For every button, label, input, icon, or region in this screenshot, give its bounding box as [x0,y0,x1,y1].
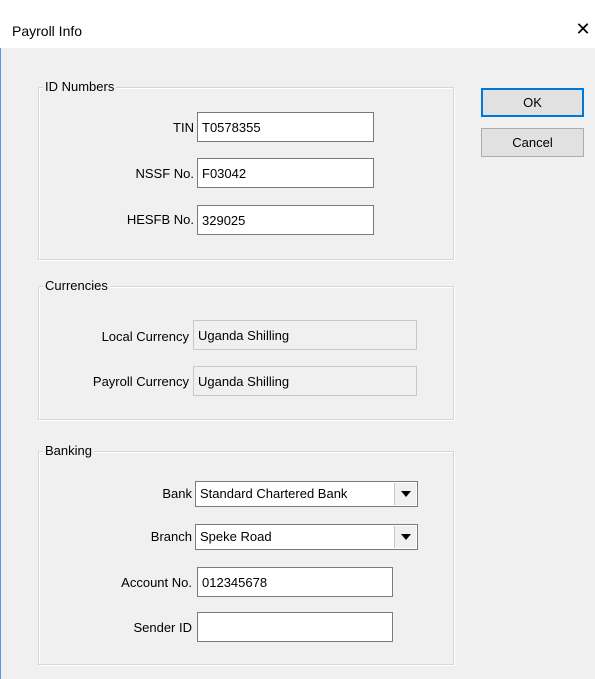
cancel-button[interactable]: Cancel [481,128,584,157]
branch-select-value: Speke Road [200,529,272,544]
local-currency-label: Local Currency [101,329,189,344]
payroll-info-dialog: Payroll Info ✕ OK Cancel ID Numbers TIN … [0,0,595,679]
hesfb-input[interactable] [197,205,374,235]
branch-label: Branch [150,529,192,544]
close-icon[interactable]: ✕ [571,14,595,44]
currencies-group: Currencies [38,278,454,420]
account-no-input[interactable] [197,567,393,597]
local-currency-field [193,320,417,350]
chevron-down-icon[interactable] [394,483,416,505]
id-numbers-legend: ID Numbers [43,79,117,95]
bank-select[interactable]: Standard Chartered Bank [195,481,418,507]
tin-label: TIN [173,120,194,135]
tin-input[interactable] [197,112,374,142]
hesfb-label: HESFB No. [126,212,194,227]
account-no-label: Account No. [121,575,192,590]
window-border [0,48,1,679]
banking-legend: Banking [43,443,94,459]
bank-label: Bank [162,486,192,501]
nssf-label: NSSF No. [135,166,194,181]
sender-id-input[interactable] [197,612,393,642]
title-bar: Payroll Info ✕ [0,0,595,48]
window-title: Payroll Info [12,23,83,39]
payroll-currency-label: Payroll Currency [92,374,189,389]
nssf-input[interactable] [197,158,374,188]
chevron-down-icon[interactable] [394,526,416,548]
bank-select-value: Standard Chartered Bank [200,486,348,501]
branch-select[interactable]: Speke Road [195,524,418,550]
currencies-legend: Currencies [43,278,110,294]
payroll-currency-field [193,366,417,396]
sender-id-label: Sender ID [133,620,192,635]
ok-button[interactable]: OK [481,88,584,117]
